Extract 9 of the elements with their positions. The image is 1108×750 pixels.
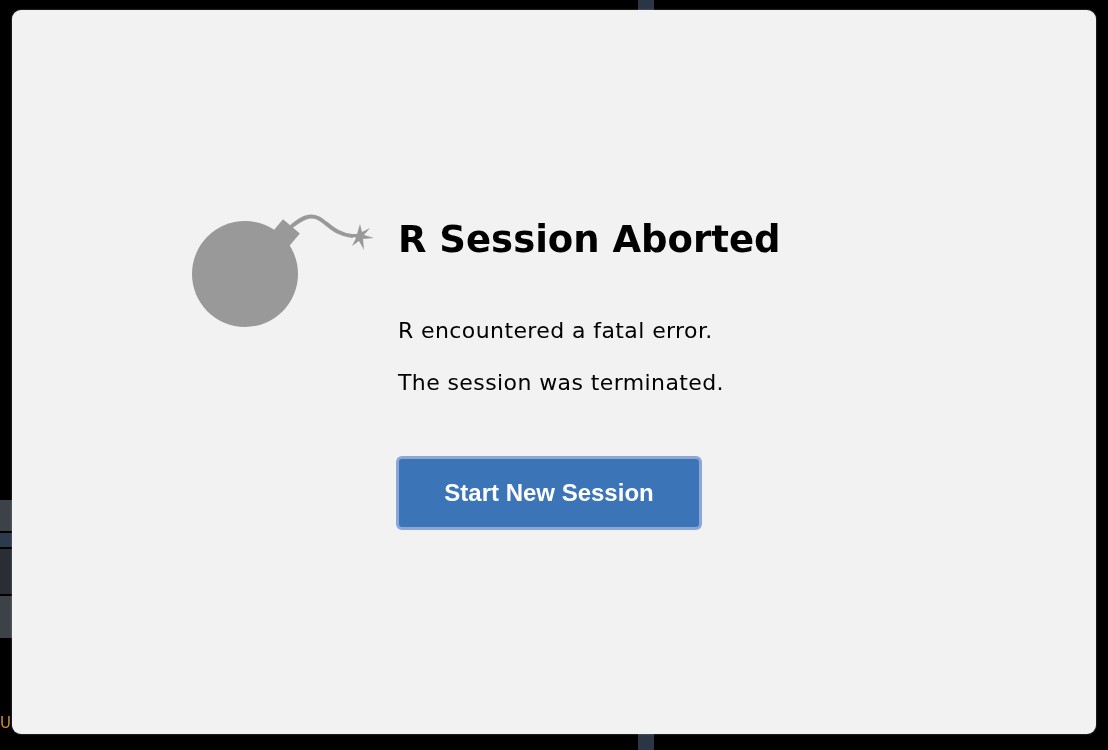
background-pane (0, 596, 12, 638)
message-text: R encountered a fatal error. (398, 317, 714, 345)
dialog-title: R Session Aborted (398, 217, 781, 263)
background-text: U (0, 714, 11, 732)
background-pane (0, 500, 12, 531)
background-pane (0, 549, 12, 594)
background-pane (0, 533, 12, 547)
message-text: The session was terminated. (398, 369, 724, 397)
start-new-session-button[interactable]: Start New Session (396, 456, 702, 530)
